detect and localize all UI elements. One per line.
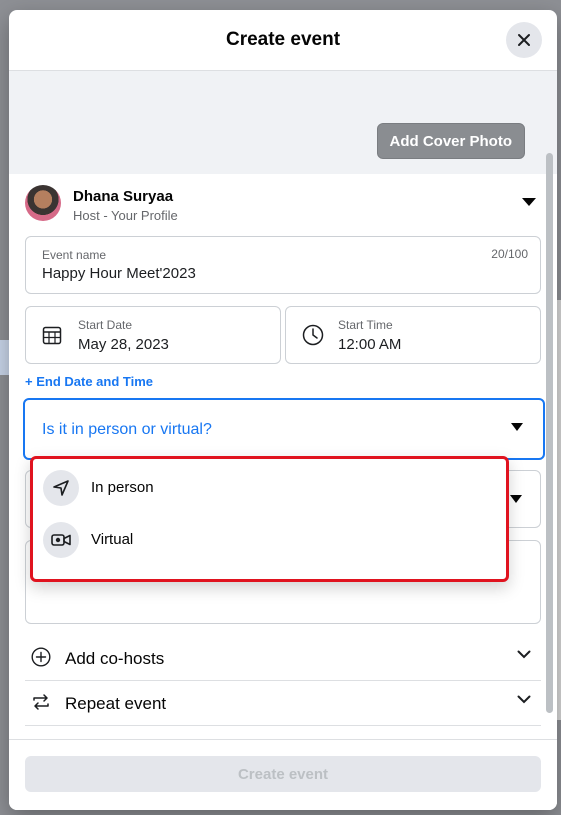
location-type-placeholder: Is it in person or virtual? bbox=[42, 421, 212, 438]
start-time-field[interactable]: Start Time 12:00 AM bbox=[285, 306, 541, 364]
repeat-event-row[interactable]: Repeat event bbox=[25, 681, 541, 726]
start-time-value: 12:00 AM bbox=[338, 336, 402, 353]
repeat-event-label: Repeat event bbox=[65, 694, 167, 713]
start-time-label: Start Time bbox=[338, 318, 393, 332]
host-role: Host - Your Profile bbox=[73, 208, 178, 223]
chevron-down-icon bbox=[517, 650, 531, 659]
caret-down-icon bbox=[510, 495, 522, 503]
add-cover-photo-button[interactable]: Add Cover Photo bbox=[376, 123, 525, 159]
close-button[interactable] bbox=[506, 22, 542, 58]
start-date-value: May 28, 2023 bbox=[78, 336, 169, 353]
add-co-hosts-row[interactable]: Add co-hosts bbox=[25, 636, 541, 681]
navigation-arrow-icon bbox=[43, 470, 79, 506]
close-icon bbox=[518, 34, 530, 46]
dialog-header: Create event bbox=[9, 10, 557, 71]
host-selector[interactable]: Dhana Suryaa Host - Your Profile bbox=[25, 185, 540, 225]
repeat-icon bbox=[33, 694, 49, 710]
cover-photo-area: Add Cover Photo bbox=[9, 71, 557, 174]
event-name-counter: 20/100 bbox=[491, 247, 528, 261]
location-type-select[interactable]: Is it in person or virtual? bbox=[23, 398, 545, 460]
event-name-value: Happy Hour Meet'2023 bbox=[42, 265, 196, 282]
event-name-label: Event name bbox=[42, 248, 107, 262]
video-camera-icon bbox=[43, 522, 79, 558]
caret-down-icon bbox=[511, 423, 523, 431]
location-type-dropdown: In person Virtual bbox=[30, 456, 509, 582]
option-in-person[interactable]: In person bbox=[43, 465, 495, 511]
chevron-down-icon bbox=[517, 695, 531, 704]
create-event-button[interactable]: Create event bbox=[25, 756, 541, 792]
start-date-field[interactable]: Start Date May 28, 2023 bbox=[25, 306, 281, 364]
host-name: Dhana Suryaa bbox=[73, 188, 174, 205]
caret-down-icon bbox=[522, 198, 536, 206]
event-name-field[interactable]: Event name 20/100 Happy Hour Meet'2023 bbox=[25, 236, 541, 294]
option-label: In person bbox=[91, 479, 154, 496]
calendar-icon bbox=[42, 326, 62, 345]
start-date-label: Start Date bbox=[78, 318, 133, 332]
avatar bbox=[25, 185, 61, 221]
dialog-footer: Create event bbox=[9, 739, 557, 810]
create-event-dialog: Create event Add Cover Photo Dhana Surya… bbox=[9, 10, 557, 810]
plus-circle-icon bbox=[31, 647, 51, 667]
clock-icon bbox=[302, 324, 324, 346]
scrollbar[interactable] bbox=[546, 153, 553, 713]
option-label: Virtual bbox=[91, 531, 134, 548]
dialog-title: Create event bbox=[225, 29, 341, 50]
option-virtual[interactable]: Virtual bbox=[43, 517, 495, 563]
add-co-hosts-label: Add co-hosts bbox=[65, 649, 165, 668]
end-date-time-link[interactable]: + End Date and Time bbox=[25, 374, 153, 389]
